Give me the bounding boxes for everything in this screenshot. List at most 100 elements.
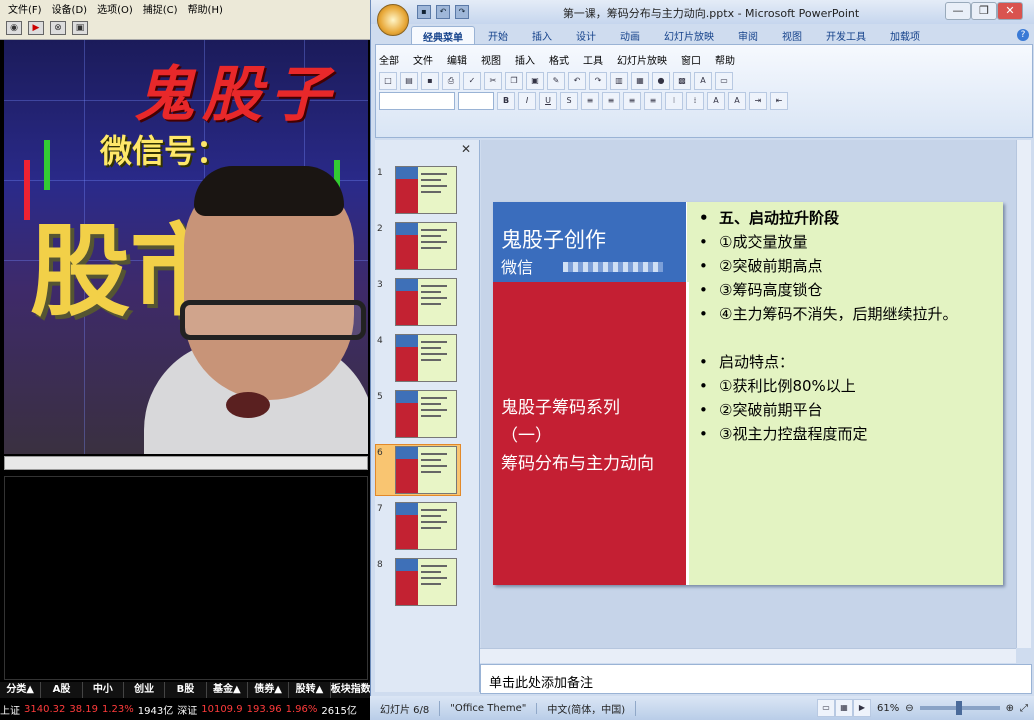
align-center-icon[interactable]: ≡	[602, 92, 620, 110]
tab-insert[interactable]: 插入	[521, 26, 563, 46]
zoom-out-icon[interactable]: ⊖	[905, 703, 913, 714]
spell-icon[interactable]: ✓	[463, 72, 481, 90]
tab-review[interactable]: 审阅	[727, 26, 769, 46]
slide-thumbnail[interactable]	[395, 222, 457, 270]
menu-edit[interactable]: 编辑	[447, 52, 467, 67]
italic-icon[interactable]: I	[518, 92, 536, 110]
tab-a-shares[interactable]: A股	[41, 682, 83, 698]
menu-device[interactable]: 设备(D)	[52, 1, 88, 16]
tab-funds[interactable]: 基金▲	[206, 682, 248, 698]
tab-sector-index[interactable]: 板块指数	[330, 682, 372, 698]
menu-tools[interactable]: 工具	[583, 52, 603, 67]
format-painter-icon[interactable]: ✎	[547, 72, 565, 90]
slide-bullets[interactable]: • 五、启动拉升阶段 • ①成交量放量 • ②突破前期高点 • ③筹码高度锁仓 • ④主力筹码不消…	[699, 206, 999, 446]
menu-help[interactable]: 帮助(H)	[188, 1, 223, 16]
zoom-in-icon[interactable]: ⊕	[1006, 703, 1014, 714]
zoom-knob[interactable]	[955, 701, 962, 715]
cut-icon[interactable]: ✂	[484, 72, 502, 90]
horizontal-scrollbar[interactable]	[480, 648, 1016, 663]
tab-bonds[interactable]: 债券▲	[247, 682, 290, 698]
grid-icon[interactable]: ▩	[673, 72, 691, 90]
menu-capture[interactable]: 捕捉(C)	[143, 1, 178, 16]
normal-view-icon[interactable]: ▭	[816, 699, 835, 717]
tab-home[interactable]: 开始	[477, 26, 519, 46]
cam-scrollbar[interactable]	[4, 456, 368, 470]
justify-icon[interactable]: ≡	[644, 92, 662, 110]
menu-insert[interactable]: 插入	[515, 52, 535, 67]
new-icon[interactable]: □	[379, 72, 397, 90]
shadow-icon[interactable]: S	[560, 92, 578, 110]
tab-b-shares[interactable]: B股	[165, 682, 207, 698]
align-left-icon[interactable]: ≡	[581, 92, 599, 110]
menu-file[interactable]: 文件(F)	[8, 1, 42, 16]
menu-help[interactable]: 帮助	[715, 52, 735, 67]
indent-icon[interactable]: ⇥	[749, 92, 767, 110]
underline-icon[interactable]: U	[539, 92, 557, 110]
slide-thumbnail[interactable]	[395, 334, 457, 382]
paste-icon[interactable]: ▣	[526, 72, 544, 90]
chart-icon[interactable]: ▥	[610, 72, 628, 90]
outdent-icon[interactable]: ⇤	[770, 92, 788, 110]
tab-classic-menu[interactable]: 经典菜单	[411, 26, 475, 46]
close-icon[interactable]: ✕	[461, 142, 471, 156]
sorter-view-icon[interactable]: ▦	[834, 699, 853, 717]
camera-icon[interactable]: ◉	[6, 20, 22, 35]
menu-window[interactable]: 窗口	[681, 52, 701, 67]
record-icon[interactable]: ▶	[28, 20, 44, 35]
tab-addins[interactable]: 加载项	[879, 26, 931, 46]
numbering-icon[interactable]: ⁞	[686, 92, 704, 110]
zoom-slider[interactable]	[919, 701, 1000, 715]
undo-icon[interactable]: ↶	[568, 72, 586, 90]
tab-chinext[interactable]: 创业	[123, 682, 166, 698]
menu-slideshow[interactable]: 幻灯片放映	[617, 52, 667, 67]
tab-developer[interactable]: 开发工具	[815, 26, 877, 46]
menu-format[interactable]: 格式	[549, 52, 569, 67]
save-icon[interactable]: ▪	[421, 72, 439, 90]
notes-pane[interactable]: 单击此处添加备注	[480, 664, 1032, 694]
menu-view[interactable]: 视图	[481, 52, 501, 67]
slide-thumbnail[interactable]	[395, 502, 457, 550]
tab-animations[interactable]: 动画	[609, 26, 651, 46]
stop-icon[interactable]: ⊗	[50, 20, 66, 35]
menu-options[interactable]: 选项(O)	[97, 1, 133, 16]
open-icon[interactable]: ▤	[400, 72, 418, 90]
restore-button[interactable]: ❐	[971, 2, 997, 20]
slide-thumbnail[interactable]	[395, 166, 457, 214]
font-combo[interactable]	[379, 92, 455, 110]
menu-file[interactable]: 文件	[413, 52, 433, 67]
bullets-icon[interactable]: ⁝	[665, 92, 683, 110]
redo-icon[interactable]: ↷	[589, 72, 607, 90]
font-size-up-icon[interactable]: A	[707, 92, 725, 110]
redo-icon[interactable]: ↷	[455, 5, 469, 19]
save-icon[interactable]: ▪	[417, 5, 431, 19]
bold-icon[interactable]: B	[497, 92, 515, 110]
tab-share-transfer[interactable]: 股转▲	[289, 682, 331, 698]
close-button[interactable]: ✕	[997, 2, 1023, 20]
textbox-icon[interactable]: A	[694, 72, 712, 90]
folder-icon[interactable]: ▭	[715, 72, 733, 90]
vertical-scrollbar[interactable]	[1016, 140, 1031, 648]
minimize-button[interactable]: —	[945, 2, 971, 20]
tab-category[interactable]: 分类▲	[0, 682, 42, 698]
snapshot-icon[interactable]: ▣	[72, 20, 88, 35]
menu-all[interactable]: 全部	[379, 52, 399, 67]
fit-icon[interactable]: ⤢	[1014, 703, 1034, 714]
size-combo[interactable]	[458, 92, 494, 110]
table-icon[interactable]: ▦	[631, 72, 649, 90]
color-icon[interactable]: ●	[652, 72, 670, 90]
copy-icon[interactable]: ❐	[505, 72, 523, 90]
help-icon[interactable]: ?	[1017, 29, 1029, 41]
slide-thumbnail[interactable]	[395, 446, 457, 494]
undo-icon[interactable]: ↶	[436, 5, 450, 19]
slideshow-view-icon[interactable]: ▶	[852, 699, 871, 717]
font-color-icon[interactable]: A	[728, 92, 746, 110]
tab-view[interactable]: 视图	[771, 26, 813, 46]
tab-slideshow[interactable]: 幻灯片放映	[653, 26, 725, 46]
tab-sme[interactable]: 中小	[82, 682, 124, 698]
tab-design[interactable]: 设计	[565, 26, 607, 46]
slide-thumbnail[interactable]	[395, 278, 457, 326]
print-icon[interactable]: ⎙	[442, 72, 460, 90]
align-right-icon[interactable]: ≡	[623, 92, 641, 110]
office-button[interactable]	[377, 4, 409, 36]
current-slide[interactable]: 鬼股子创作 微信 鬼股子筹码系列 （一） 筹码分布与主力动向 • 五、启动拉升阶段…	[493, 202, 1003, 585]
